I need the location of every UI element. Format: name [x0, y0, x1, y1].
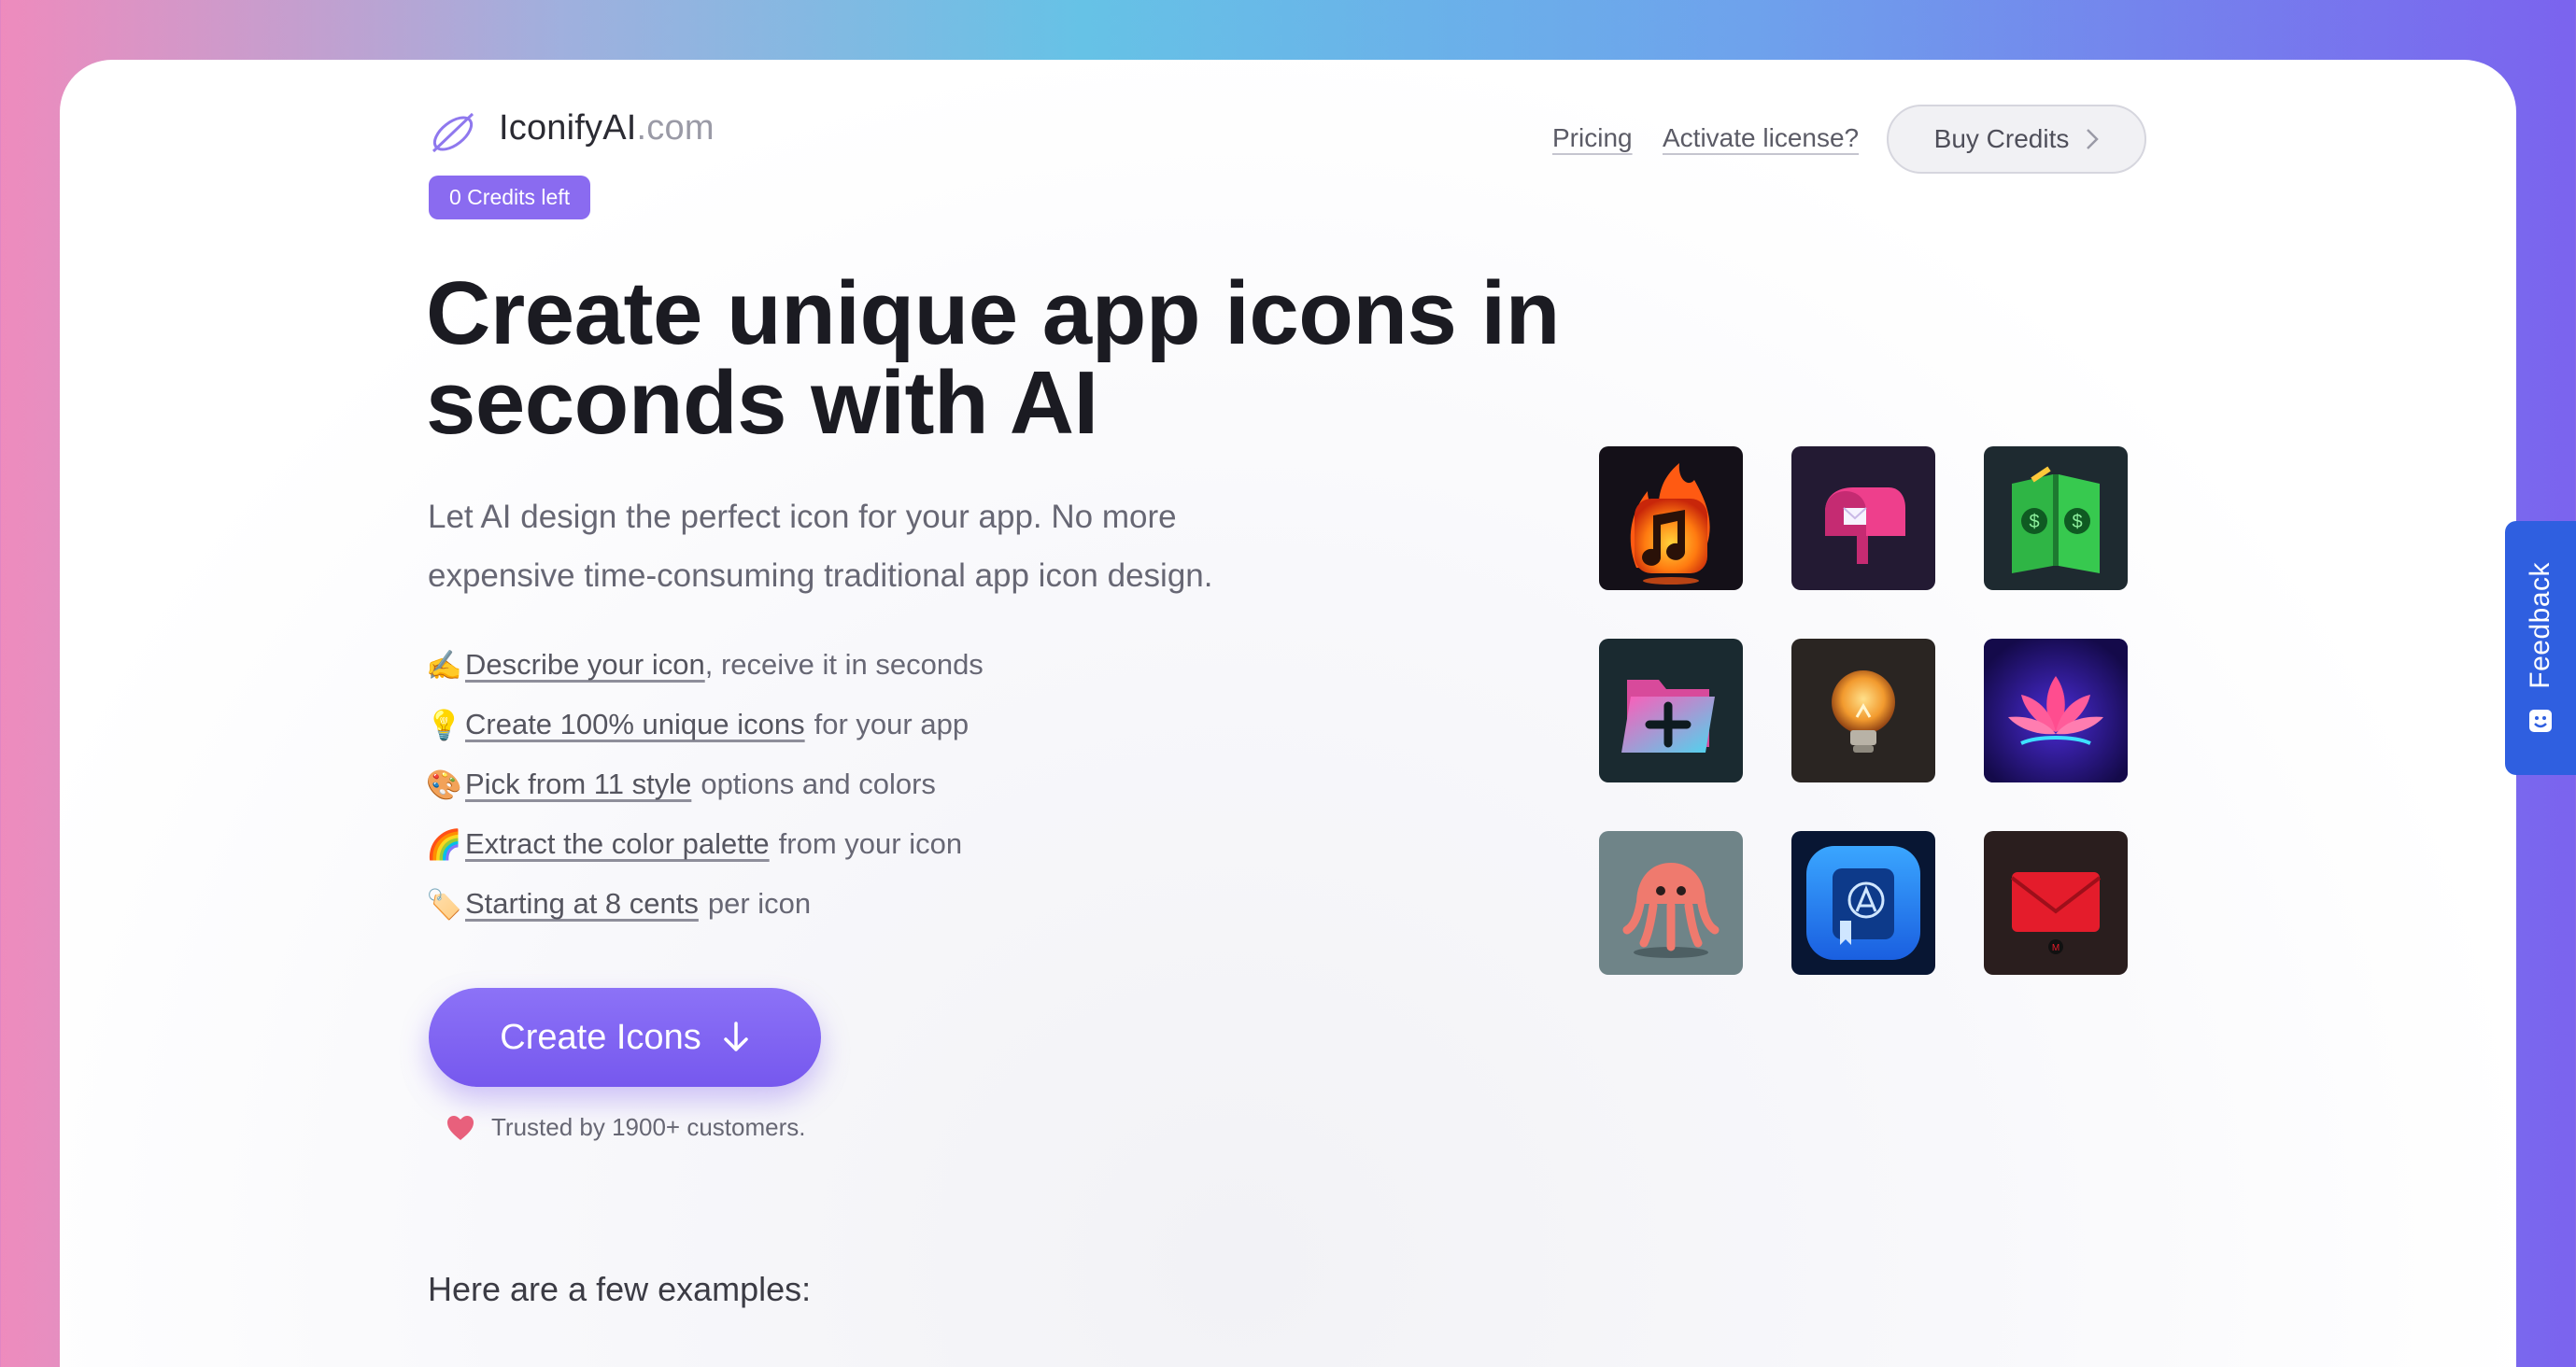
trusted-note: Trusted by 1900+ customers. — [446, 1113, 805, 1142]
heart-icon — [447, 1115, 474, 1140]
rainbow-icon: 🌈 — [426, 827, 462, 861]
trusted-text: Trusted by 1900+ customers. — [491, 1113, 806, 1141]
fire-music-note-icon[interactable] — [1599, 446, 1743, 590]
logo-name: IconifyAI — [499, 108, 637, 148]
feature-text: , receive it in seconds — [704, 648, 984, 681]
svg-text:$: $ — [2029, 512, 2039, 532]
feature-text: for your app — [814, 708, 970, 740]
hero-subtitle: Let AI design the perfect icon for your … — [428, 499, 1213, 594]
feature-item: ✍️ Describe your icon, receive it in seco… — [426, 635, 984, 695]
svg-text:$: $ — [2072, 512, 2082, 532]
mailbox-icon[interactable] — [1791, 446, 1935, 590]
credits-badge: 0 Credits left — [429, 176, 591, 219]
feature-item: 🏷️ Starting at 8 cents per icon — [426, 874, 984, 934]
feature-text: per icon — [707, 887, 812, 920]
feature-item: 🎨 Pick from 11 style options and colors — [426, 754, 984, 814]
nav-pricing-link[interactable]: Pricing — [1552, 123, 1633, 153]
feature-link-unique[interactable]: Create 100% unique icons — [465, 708, 805, 741]
examples-heading: Here are a few examples: — [428, 1270, 812, 1308]
app-store-book-icon[interactable] — [1791, 831, 1935, 975]
logo-text[interactable]: IconifyAI.com — [499, 108, 715, 148]
feature-link-style[interactable]: Pick from 11 style — [465, 768, 691, 801]
feature-item: 💡 Create 100% unique icons for your app — [426, 695, 984, 754]
create-icons-button[interactable]: Create Icons — [429, 988, 821, 1087]
chevron-right-icon — [2087, 129, 2100, 149]
lightbulb-emoji-icon: 💡 — [426, 708, 462, 741]
nav-activate-license-link[interactable]: Activate license? — [1663, 123, 1859, 153]
logo-domain: .com — [636, 108, 715, 148]
svg-text:M: M — [2052, 943, 2059, 953]
create-icons-label: Create Icons — [500, 1017, 701, 1057]
jellyfish-icon[interactable] — [1599, 831, 1743, 975]
smiley-icon — [2529, 709, 2552, 732]
lightbulb-icon[interactable] — [1791, 639, 1935, 782]
buy-credits-label: Buy Credits — [1933, 124, 2070, 153]
arrow-down-icon — [723, 1022, 748, 1051]
logo-icon[interactable] — [428, 110, 480, 155]
hero-title: Create unique app icons in seconds with … — [426, 263, 1560, 453]
neon-lotus-icon[interactable] — [1984, 639, 2128, 782]
feature-link-palette[interactable]: Extract the color palette — [465, 827, 770, 861]
feature-link-pricing[interactable]: Starting at 8 cents — [465, 887, 699, 921]
folder-plus-icon[interactable] — [1599, 639, 1743, 782]
feature-text: options and colors — [701, 768, 936, 800]
feature-list: ✍️ Describe your icon, receive it in seco… — [426, 635, 984, 934]
price-tag-icon: 🏷️ — [426, 887, 462, 921]
buy-credits-button[interactable]: Buy Credits — [1887, 105, 2146, 174]
feedback-label: Feedback — [2525, 562, 2555, 689]
red-envelope-icon[interactable]: M — [1984, 831, 2128, 975]
writing-hand-icon: ✍️ — [426, 648, 462, 682]
feedback-tab[interactable]: Feedback — [2505, 521, 2576, 775]
feature-text: from your icon — [778, 827, 963, 860]
feature-link-describe[interactable]: Describe your icon — [465, 648, 705, 682]
palette-icon: 🎨 — [426, 768, 462, 801]
feature-item: 🌈 Extract the color palette from your icon — [426, 814, 984, 874]
money-book-icon[interactable]: $ $ — [1984, 446, 2128, 590]
